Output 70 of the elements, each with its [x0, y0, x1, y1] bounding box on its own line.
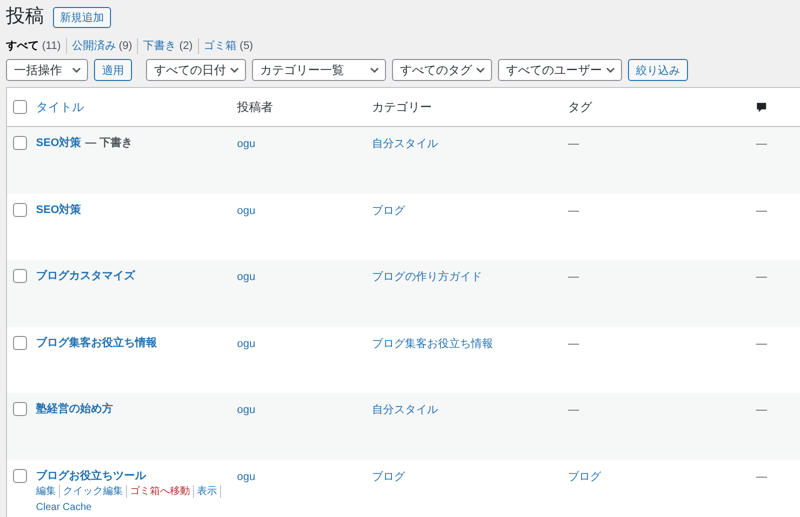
row-action-link[interactable]: 編集	[36, 484, 60, 498]
table-cell: —	[568, 271, 579, 283]
page-title: 投稿	[6, 5, 44, 29]
column-header: カテゴリー	[372, 100, 432, 114]
count: (9)	[118, 39, 132, 54]
post-state: — 下書き	[85, 136, 132, 151]
checkbox[interactable]	[13, 202, 27, 216]
count: (11)	[42, 39, 61, 54]
table-cell: —	[568, 204, 579, 216]
comment-count: —	[756, 138, 767, 150]
comment-count: —	[756, 204, 767, 216]
checkbox[interactable]	[13, 136, 27, 150]
checkbox[interactable]	[13, 100, 27, 114]
post-title-link[interactable]: ブログお役立ちツール	[36, 468, 146, 484]
chevron-down-icon	[476, 67, 485, 73]
column-header: タグ	[568, 100, 592, 114]
table-cell: —	[568, 404, 579, 416]
author-link[interactable]: ogu	[237, 338, 256, 350]
chevron-down-icon	[72, 67, 81, 73]
status-link[interactable]: ゴミ箱	[204, 38, 237, 54]
category-link[interactable]: 自分スタイル	[372, 138, 438, 150]
author-link[interactable]: ogu	[237, 404, 256, 416]
row-action-link[interactable]: ゴミ箱へ移動	[127, 484, 194, 498]
post-title-link[interactable]: 塾経営の始め方	[36, 401, 113, 417]
category-link[interactable]: ブログの作り方ガイド	[372, 271, 482, 283]
comment-count: —	[756, 404, 767, 416]
status-link[interactable]: 下書き	[143, 38, 176, 54]
post-title-link[interactable]: SEO対策	[36, 135, 82, 151]
status-link[interactable]: 公開済み	[72, 38, 116, 54]
row-action-link[interactable]: 表示	[194, 484, 221, 498]
author-link[interactable]: ogu	[237, 138, 256, 150]
category-link[interactable]: ブログ	[372, 204, 405, 216]
chevron-down-icon	[370, 67, 379, 73]
author-link[interactable]: ogu	[237, 204, 256, 216]
dropdown[interactable]: 一括操作	[6, 59, 88, 81]
category-link[interactable]: 自分スタイル	[372, 404, 438, 416]
table-cell: —	[568, 138, 579, 150]
tag-link[interactable]: ブログ	[568, 470, 601, 482]
row-action-link[interactable]: クイック編集	[60, 484, 127, 498]
comment-count: —	[756, 470, 767, 482]
checkbox[interactable]	[13, 402, 27, 416]
sortable-column-header[interactable]: タイトル	[36, 100, 84, 114]
dropdown[interactable]: カテゴリー一覧	[252, 59, 386, 81]
post-title-link[interactable]: ブログカスタマイズ	[36, 268, 135, 284]
dropdown[interactable]: すべての日付	[146, 59, 246, 81]
author-link[interactable]: ogu	[237, 470, 256, 482]
chevron-down-icon	[230, 67, 239, 73]
chevron-down-icon	[606, 67, 615, 73]
dropdown[interactable]: すべてのタグ	[392, 59, 492, 81]
comment-count: —	[756, 338, 767, 350]
column-header: 投稿者	[237, 100, 273, 114]
add-new-button[interactable]: 新規追加	[53, 6, 111, 28]
count: (2)	[179, 39, 193, 54]
table-cell: —	[568, 338, 579, 350]
button[interactable]: 適用	[94, 59, 132, 81]
post-title-link[interactable]: ブログ集客お役立ち情報	[36, 334, 157, 350]
post-title-link[interactable]: SEO対策	[36, 202, 82, 218]
button[interactable]: 絞り込み	[628, 59, 688, 81]
checkbox[interactable]	[13, 336, 27, 350]
status-link[interactable]: すべて	[6, 38, 39, 54]
checkbox[interactable]	[13, 269, 27, 283]
comment-icon	[756, 102, 767, 112]
count: (5)	[240, 39, 254, 54]
dropdown[interactable]: すべてのユーザー	[498, 59, 622, 81]
checkbox[interactable]	[13, 468, 27, 482]
author-link[interactable]: ogu	[237, 271, 256, 283]
category-link[interactable]: ブログ集客お役立ち情報	[372, 338, 493, 350]
row-action-link[interactable]: Clear Cache	[36, 500, 95, 514]
category-link[interactable]: ブログ	[372, 470, 405, 482]
comment-count: —	[756, 271, 767, 283]
